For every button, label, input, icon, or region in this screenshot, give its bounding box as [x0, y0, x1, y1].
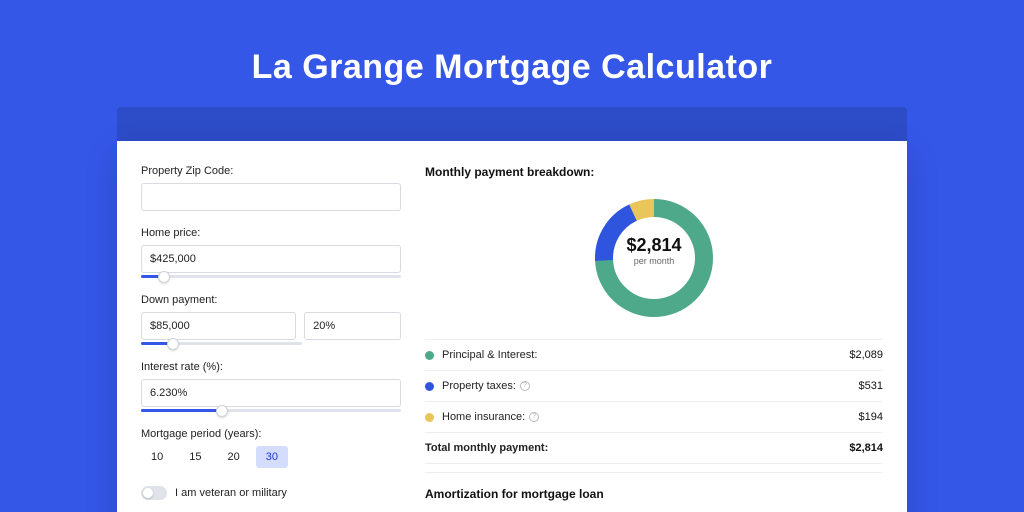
breakdown-heading: Monthly payment breakdown:	[425, 165, 883, 179]
zip-field: Property Zip Code:	[141, 165, 401, 211]
info-icon[interactable]: ?	[520, 381, 530, 391]
results-panel: Monthly payment breakdown: $2,814 per mo…	[425, 165, 883, 512]
rate-slider-thumb[interactable]	[216, 405, 228, 417]
amortization-section: Amortization for mortgage loan Amortizat…	[425, 472, 883, 512]
down-field: Down payment:	[141, 294, 401, 345]
legend-label: Property taxes:?	[442, 380, 530, 392]
legend-row: Principal & Interest: $2,089	[425, 340, 883, 371]
rate-field: Interest rate (%):	[141, 361, 401, 412]
legend-label: Principal & Interest:	[442, 349, 537, 361]
veteran-label: I am veteran or military	[175, 487, 287, 499]
legend-total-value: $2,814	[849, 442, 883, 454]
amortization-heading: Amortization for mortgage loan	[425, 487, 883, 501]
legend-dot-icon	[425, 382, 434, 391]
zip-label: Property Zip Code:	[141, 165, 401, 177]
legend-value: $531	[859, 380, 883, 392]
price-label: Home price:	[141, 227, 401, 239]
period-chip-15[interactable]: 15	[179, 446, 211, 468]
rate-label: Interest rate (%):	[141, 361, 401, 373]
page-title: La Grange Mortgage Calculator	[0, 48, 1024, 87]
legend-value: $194	[859, 411, 883, 423]
legend-total-label: Total monthly payment:	[425, 442, 548, 454]
legend-row: Property taxes:? $531	[425, 371, 883, 402]
down-label: Down payment:	[141, 294, 401, 306]
breakdown-legend: Principal & Interest: $2,089 Property taxe…	[425, 339, 883, 464]
legend-dot-icon	[425, 413, 434, 422]
veteran-row: I am veteran or military	[141, 486, 401, 500]
down-slider-thumb[interactable]	[167, 338, 179, 350]
legend-row: Home insurance:? $194	[425, 402, 883, 433]
zip-input[interactable]	[141, 183, 401, 211]
price-slider[interactable]	[141, 275, 401, 278]
legend-value: $2,089	[849, 349, 883, 361]
period-label: Mortgage period (years):	[141, 428, 401, 440]
hero: La Grange Mortgage Calculator	[0, 0, 1024, 87]
price-field: Home price:	[141, 227, 401, 278]
donut-amount: $2,814	[614, 235, 694, 256]
calculator-card: Property Zip Code: Home price: Down paym…	[117, 141, 907, 512]
down-amount-input[interactable]	[141, 312, 296, 340]
info-icon[interactable]: ?	[529, 412, 539, 422]
banner-stripe	[117, 107, 907, 141]
legend-dot-icon	[425, 351, 434, 360]
down-pct-input[interactable]	[304, 312, 401, 340]
rate-input[interactable]	[141, 379, 401, 407]
price-slider-thumb[interactable]	[158, 271, 170, 283]
price-input[interactable]	[141, 245, 401, 273]
legend-total-row: Total monthly payment: $2,814	[425, 433, 883, 464]
donut-svg: $2,814 per month	[589, 193, 719, 323]
down-slider[interactable]	[141, 342, 302, 345]
donut-sub: per month	[614, 256, 694, 266]
period-chip-10[interactable]: 10	[141, 446, 173, 468]
inputs-panel: Property Zip Code: Home price: Down paym…	[141, 165, 401, 512]
rate-slider[interactable]	[141, 409, 401, 412]
legend-label: Home insurance:?	[442, 411, 539, 423]
period-chip-30[interactable]: 30	[256, 446, 288, 468]
veteran-toggle[interactable]	[141, 486, 167, 500]
donut-chart: $2,814 per month	[425, 193, 883, 323]
period-field: Mortgage period (years): 10 15 20 30	[141, 428, 401, 468]
period-chip-20[interactable]: 20	[218, 446, 250, 468]
